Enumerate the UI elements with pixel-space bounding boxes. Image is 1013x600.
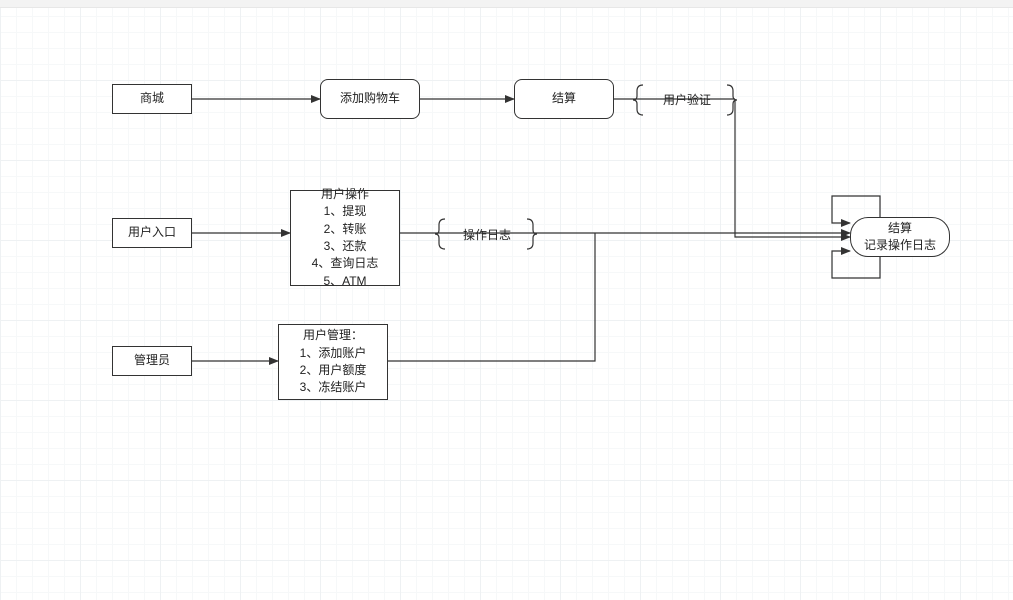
top-bar — [0, 0, 1013, 8]
node-add-to-cart[interactable]: 添加购物车 — [320, 79, 420, 119]
node-terminator[interactable]: 结算 记录操作日志 — [850, 217, 950, 257]
edge-label-op-log: 操作日志 — [457, 226, 517, 243]
edge-label-user-verify: 用户验证 — [657, 91, 717, 108]
node-checkout[interactable]: 结算 — [514, 79, 614, 119]
node-user-operations[interactable]: 用户操作 1、提现 2、转账 3、还款 4、查询日志 5、ATM — [290, 190, 400, 286]
node-admin[interactable]: 管理员 — [112, 346, 192, 376]
node-user-entry[interactable]: 用户入口 — [112, 218, 192, 248]
node-mall[interactable]: 商城 — [112, 84, 192, 114]
node-user-management[interactable]: 用户管理： 1、添加账户 2、用户额度 3、冻结账户 — [278, 324, 388, 400]
